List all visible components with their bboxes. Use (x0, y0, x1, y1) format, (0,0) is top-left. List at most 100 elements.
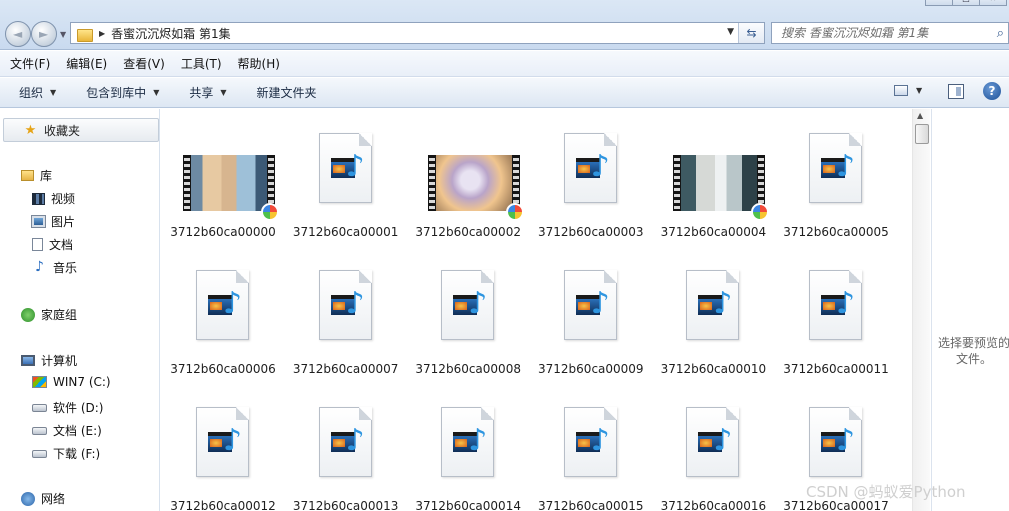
music-note-icon: ♪ (713, 286, 733, 321)
forward-arrow-icon: ► (39, 27, 49, 41)
media-player-badge-icon (506, 203, 525, 221)
file-item[interactable]: ♪ 3712b60ca00010 (658, 258, 768, 388)
sidebar-item-libraries[interactable]: 库 (21, 167, 52, 184)
sidebar-item-label: 下载 (F:) (53, 447, 101, 461)
video-thumbnail (428, 133, 525, 221)
new-folder-button[interactable]: 新建文件夹 (257, 84, 317, 101)
search-box[interactable]: ⌕ (771, 22, 1009, 44)
sidebar-item-drive-f[interactable]: 下载 (F:) (32, 445, 100, 462)
scroll-up-icon[interactable]: ▲ (917, 111, 923, 120)
document-page-icon: ♪ (563, 270, 617, 340)
close-button[interactable]: ✕ (979, 0, 1007, 6)
search-icon[interactable]: ⌕ (997, 26, 1004, 41)
file-item[interactable]: ♪ 3712b60ca00006 (168, 258, 278, 388)
file-item[interactable]: ♪ 3712b60ca00011 (781, 258, 891, 388)
menu-tools[interactable]: 工具(T) (181, 55, 222, 72)
preview-pane: 选择要预览的文件。 (931, 109, 1009, 511)
document-page-icon: ♪ (318, 270, 372, 340)
sidebar-item-drive-e[interactable]: 文档 (E:) (32, 422, 102, 439)
file-item[interactable]: 3712b60ca00002 (413, 121, 525, 251)
music-note-icon: ♪ (223, 286, 243, 321)
menu-help[interactable]: 帮助(H) (238, 55, 280, 72)
change-view-button[interactable]: ▼ (894, 85, 928, 101)
share-button[interactable]: 共享 ▼ (189, 84, 226, 101)
search-input[interactable] (781, 23, 981, 43)
homegroup-icon (21, 307, 35, 322)
scrollbar-thumb[interactable] (915, 124, 929, 144)
system-drive-icon (32, 376, 47, 388)
library-icon (21, 170, 34, 181)
sidebar-item-videos[interactable]: 视频 (32, 190, 75, 207)
sidebar-item-documents[interactable]: 文档 (32, 236, 73, 253)
menu-file[interactable]: 文件(F) (10, 55, 50, 72)
preview-pane-toggle-icon[interactable] (948, 84, 964, 99)
file-item[interactable]: 3712b60ca00004 (658, 121, 770, 251)
folder-icon (77, 27, 93, 42)
minimize-button[interactable]: — (925, 0, 953, 6)
file-item[interactable]: ♪ 3712b60ca00003 (536, 121, 646, 251)
file-item[interactable]: ♪ 3712b60ca00009 (536, 258, 646, 388)
vertical-scrollbar[interactable]: ▲ (912, 109, 930, 511)
navigation-bar: — □ ✕ ◄ ► ▼ ▶ 香蜜沉沉烬如霜 第1集 ▼ ⇆ ⌕ (0, 0, 1009, 50)
music-note-icon: ♪ (468, 286, 488, 321)
organize-button[interactable]: 组织 ▼ (19, 84, 56, 101)
sidebar-item-music[interactable]: ♪ 音乐 (32, 259, 77, 276)
file-item[interactable]: ♪ 3712b60ca00007 (291, 258, 401, 388)
video-thumbnail (673, 133, 770, 221)
chevron-down-icon[interactable]: ▼ (916, 86, 922, 95)
video-frame (436, 155, 513, 211)
recent-pages-chevron-down-icon[interactable]: ▼ (60, 30, 66, 39)
document-page-icon: ♪ (686, 270, 740, 340)
file-name: 3712b60ca00013 (292, 499, 399, 511)
breadcrumb-separator-icon[interactable]: ▶ (99, 29, 105, 38)
file-item[interactable]: ♪ 3712b60ca00005 (781, 121, 891, 251)
sidebar-item-favorites[interactable]: ★ 收藏夹 (3, 118, 159, 142)
document-page-icon: ♪ (809, 133, 862, 203)
file-item[interactable]: ♪ 3712b60ca00001 (291, 121, 401, 251)
file-item[interactable]: 3712b60ca00000 (168, 121, 279, 251)
address-history-chevron-down-icon[interactable]: ▼ (727, 27, 734, 37)
menu-edit[interactable]: 编辑(E) (66, 55, 107, 72)
sidebar-item-label: 图片 (51, 215, 76, 229)
back-button[interactable]: ◄ (5, 21, 31, 47)
file-item[interactable]: ♪ 3712b60ca00008 (413, 258, 523, 388)
refresh-icon[interactable]: ⇆ (738, 23, 764, 43)
sidebar-item-homegroup[interactable]: 家庭组 (21, 306, 77, 323)
network-icon (21, 491, 35, 506)
breadcrumb-current-folder[interactable]: 香蜜沉沉烬如霜 第1集 (111, 25, 230, 42)
sidebar-item-drive-c[interactable]: WIN7 (C:) (32, 375, 111, 389)
music-note-icon: ♪ (345, 423, 365, 458)
file-name: 3712b60ca00015 (538, 499, 644, 511)
sidebar-item-pictures[interactable]: 图片 (31, 213, 76, 230)
file-item[interactable]: ♪ 3712b60ca00016 (658, 395, 768, 511)
file-item[interactable]: ♪ 3712b60ca00012 (168, 395, 278, 511)
music-note-icon: ♪ (836, 286, 856, 321)
sidebar-item-drive-d[interactable]: 软件 (D:) (32, 399, 103, 416)
file-list: 3712b60ca00000 ♪ 3712b60ca00001 3712b60ca00… (161, 109, 911, 511)
file-name: 3712b60ca00007 (292, 362, 399, 376)
file-item[interactable]: ♪ 3712b60ca00014 (413, 395, 523, 511)
chevron-down-icon: ▼ (50, 88, 57, 97)
file-name: 3712b60ca00012 (170, 499, 276, 511)
hard-drive-icon (32, 449, 47, 458)
file-name: 3712b60ca00000 (170, 225, 276, 239)
media-file-icon: ♪ (551, 407, 631, 495)
address-bar[interactable]: ▶ 香蜜沉沉烬如霜 第1集 ▼ ⇆ (70, 22, 765, 44)
sidebar-item-network[interactable]: 网络 (21, 490, 65, 507)
file-item[interactable]: ♪ 3712b60ca00015 (536, 395, 646, 511)
file-name: 3712b60ca00005 (783, 225, 889, 239)
help-icon[interactable]: ? (983, 82, 1001, 100)
file-item[interactable]: ♪ 3712b60ca00013 (291, 395, 401, 511)
menu-view[interactable]: 查看(V) (123, 55, 165, 72)
chevron-down-icon: ▼ (220, 88, 227, 97)
forward-button[interactable]: ► (31, 21, 57, 47)
preview-message: 选择要预览的文件。 (937, 336, 1009, 366)
document-page-icon: ♪ (563, 407, 617, 477)
video-thumbnail (183, 133, 279, 221)
document-page-icon: ♪ (196, 407, 249, 477)
include-in-library-button[interactable]: 包含到库中 ▼ (86, 84, 159, 101)
sidebar-item-computer[interactable]: 计算机 (21, 352, 77, 369)
file-name: 3712b60ca00002 (415, 225, 521, 239)
media-file-icon: ♪ (673, 407, 753, 495)
maximize-button[interactable]: □ (952, 0, 980, 6)
